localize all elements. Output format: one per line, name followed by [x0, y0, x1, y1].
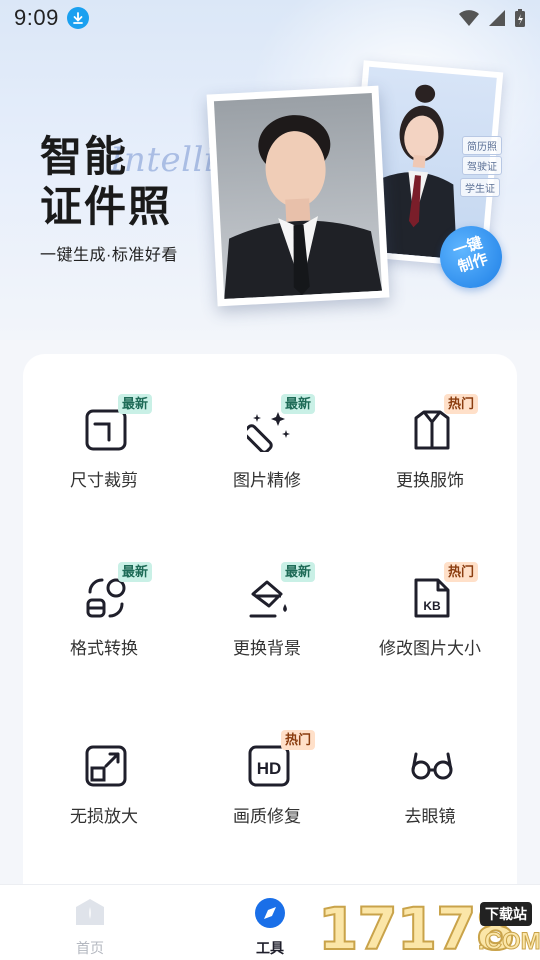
nav-tools-label: 工具: [256, 940, 284, 956]
tool-badge: 最新: [118, 562, 153, 582]
tool-label: 更换服饰: [396, 471, 464, 490]
tool-badge: 最新: [281, 562, 316, 582]
download-icon: [66, 7, 89, 29]
tool-resize-image[interactable]: KB 热门 修改图片大小: [360, 562, 500, 686]
tool-label: 尺寸裁剪: [70, 471, 138, 490]
hero-title: 智能 证件照: [40, 132, 172, 232]
glasses-icon: [411, 752, 453, 780]
tool-badge: 热门: [444, 562, 479, 582]
status-bar: 9:09: [0, 0, 540, 36]
enlarge-icon: [85, 745, 127, 787]
hd-text: HD: [257, 759, 282, 778]
watermark-tag: 下载站: [480, 902, 532, 926]
hero-title-line1: 智能: [40, 133, 129, 180]
paint-bucket-icon: [249, 580, 287, 618]
tools-card: 最新 尺寸裁剪 最新 图片精修 热门 更换服饰 最新 格式转换 最新 更换背景 …: [23, 354, 517, 914]
nav-tools[interactable]: 工具: [230, 897, 310, 958]
site-watermark: 17178 下载站 .COM: [317, 897, 540, 960]
kb-file-icon: KB: [414, 578, 450, 618]
tool-label: 格式转换: [70, 639, 138, 658]
tool-change-background[interactable]: 最新 更换背景: [197, 562, 337, 686]
wifi-icon: [459, 10, 479, 26]
hd-icon: HD: [248, 745, 290, 787]
sample-photo-male: [206, 85, 390, 307]
photo-tag-resume: 简历照: [462, 136, 502, 155]
photo-tag-student: 学生证: [460, 178, 500, 197]
tool-remove-glasses[interactable]: 去眼镜: [360, 744, 500, 854]
shirt-icon: [414, 410, 450, 450]
crop-icon: [85, 409, 127, 451]
tool-label: 画质修复: [233, 807, 301, 826]
format-convert-icon: [86, 578, 126, 618]
hero-banner[interactable]: 9:09 Intelligent 智能 证件照 一键生成·标准好看 简历照 驾驶…: [0, 0, 540, 340]
magic-wand-icon: [247, 412, 290, 452]
compass-icon: [255, 898, 285, 928]
status-icons: [458, 8, 526, 28]
tool-label: 修改图片大小: [379, 639, 481, 658]
tool-quality-repair[interactable]: HD 热门 画质修复: [197, 730, 337, 854]
watermark-suffix: .COM: [478, 928, 540, 956]
tool-badge: 热门: [281, 730, 316, 750]
hero-title-line2: 证件照: [40, 183, 173, 230]
tool-badge: 最新: [281, 394, 316, 414]
tool-label: 无损放大: [70, 807, 138, 826]
nav-home[interactable]: 首页: [50, 897, 130, 958]
male-portrait: [224, 115, 383, 299]
battery-icon: [515, 9, 525, 27]
kb-text: KB: [423, 599, 441, 613]
tool-label: 图片精修: [233, 471, 301, 490]
photo-tag-license: 驾驶证: [462, 156, 502, 175]
tool-size-crop[interactable]: 最新 尺寸裁剪: [34, 394, 174, 518]
nav-home-label: 首页: [76, 940, 104, 956]
tool-format-convert[interactable]: 最新 格式转换: [34, 562, 174, 686]
tool-lossless-enlarge[interactable]: 无损放大: [34, 744, 174, 854]
home-icon: [76, 899, 104, 925]
tool-label: 更换背景: [233, 639, 301, 658]
tool-photo-retouch[interactable]: 最新 图片精修: [197, 394, 337, 518]
tool-label: 去眼镜: [404, 807, 456, 826]
tool-change-clothes[interactable]: 热门 更换服饰: [360, 394, 500, 518]
status-time: 9:09: [14, 5, 59, 30]
tool-badge: 最新: [118, 394, 153, 414]
signal-icon: [489, 10, 505, 26]
hero-subtitle: 一键生成·标准好看: [40, 247, 178, 264]
tool-badge: 热门: [444, 394, 479, 414]
